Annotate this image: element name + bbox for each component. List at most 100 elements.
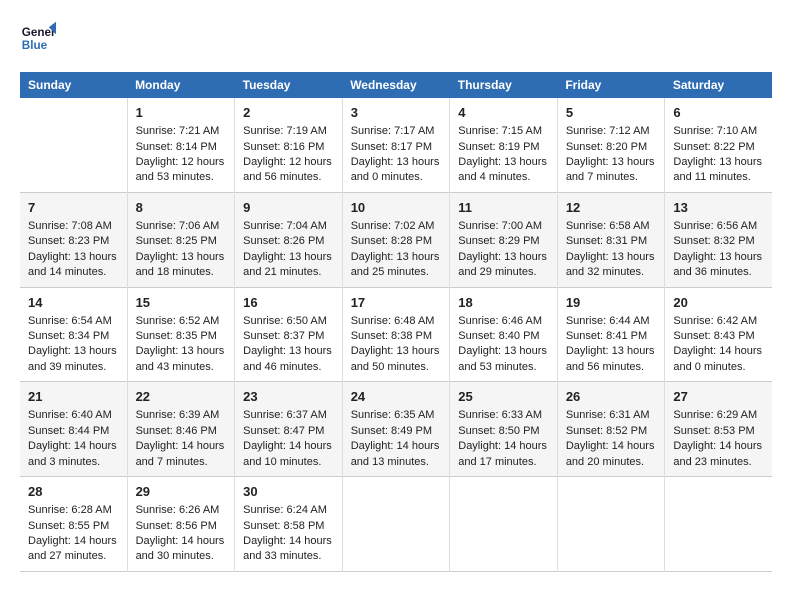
cell-line: Sunrise: 7:21 AM xyxy=(136,124,227,139)
logo: General Blue xyxy=(20,20,56,56)
cell-line: Daylight: 14 hours xyxy=(673,344,764,359)
cell-line: Sunset: 8:40 PM xyxy=(458,329,549,344)
cell-line: Sunrise: 6:42 AM xyxy=(673,314,764,329)
day-number: 13 xyxy=(673,199,764,217)
day-number: 11 xyxy=(458,199,549,217)
calendar-cell: 2Sunrise: 7:19 AMSunset: 8:16 PMDaylight… xyxy=(235,98,343,192)
cell-line: Sunrise: 6:44 AM xyxy=(566,314,657,329)
cell-line: Sunset: 8:16 PM xyxy=(243,140,334,155)
cell-line: Daylight: 12 hours xyxy=(136,155,227,170)
cell-line: Daylight: 13 hours xyxy=(28,250,119,265)
cell-line: Daylight: 14 hours xyxy=(673,439,764,454)
cell-line: Daylight: 14 hours xyxy=(243,439,334,454)
calendar-cell: 7Sunrise: 7:08 AMSunset: 8:23 PMDaylight… xyxy=(20,192,127,287)
cell-line: Sunset: 8:17 PM xyxy=(351,140,442,155)
cell-line: Sunrise: 7:10 AM xyxy=(673,124,764,139)
day-number: 27 xyxy=(673,388,764,406)
cell-line: Daylight: 14 hours xyxy=(136,534,227,549)
day-number: 17 xyxy=(351,294,442,312)
day-number: 22 xyxy=(136,388,227,406)
cell-line: Daylight: 13 hours xyxy=(673,155,764,170)
cell-line: Sunset: 8:37 PM xyxy=(243,329,334,344)
day-number: 5 xyxy=(566,104,657,122)
day-number: 4 xyxy=(458,104,549,122)
day-number: 29 xyxy=(136,483,227,501)
page-header: General Blue xyxy=(20,20,772,56)
cell-line: Daylight: 13 hours xyxy=(136,344,227,359)
cell-line: and 20 minutes. xyxy=(566,455,657,470)
cell-line: Daylight: 13 hours xyxy=(458,344,549,359)
cell-line: Daylight: 14 hours xyxy=(351,439,442,454)
cell-line: Sunrise: 6:58 AM xyxy=(566,219,657,234)
svg-text:Blue: Blue xyxy=(22,39,48,52)
day-number: 3 xyxy=(351,104,442,122)
cell-line: Sunset: 8:29 PM xyxy=(458,234,549,249)
cell-line: Sunset: 8:55 PM xyxy=(28,519,119,534)
day-number: 10 xyxy=(351,199,442,217)
cell-line: and 0 minutes. xyxy=(351,170,442,185)
calendar-cell xyxy=(20,98,127,192)
calendar-cell: 26Sunrise: 6:31 AMSunset: 8:52 PMDayligh… xyxy=(557,382,665,477)
calendar-cell: 24Sunrise: 6:35 AMSunset: 8:49 PMDayligh… xyxy=(342,382,450,477)
week-row: 7Sunrise: 7:08 AMSunset: 8:23 PMDaylight… xyxy=(20,192,772,287)
day-number: 7 xyxy=(28,199,119,217)
week-row: 1Sunrise: 7:21 AMSunset: 8:14 PMDaylight… xyxy=(20,98,772,192)
day-number: 9 xyxy=(243,199,334,217)
day-number: 6 xyxy=(673,104,764,122)
day-number: 21 xyxy=(28,388,119,406)
cell-line: and 14 minutes. xyxy=(28,265,119,280)
day-header: Tuesday xyxy=(235,72,343,98)
day-number: 30 xyxy=(243,483,334,501)
cell-line: and 27 minutes. xyxy=(28,549,119,564)
week-row: 21Sunrise: 6:40 AMSunset: 8:44 PMDayligh… xyxy=(20,382,772,477)
week-row: 14Sunrise: 6:54 AMSunset: 8:34 PMDayligh… xyxy=(20,287,772,382)
cell-line: Daylight: 13 hours xyxy=(351,344,442,359)
calendar-cell: 11Sunrise: 7:00 AMSunset: 8:29 PMDayligh… xyxy=(450,192,558,287)
day-number: 15 xyxy=(136,294,227,312)
cell-line: Sunset: 8:22 PM xyxy=(673,140,764,155)
calendar-cell: 15Sunrise: 6:52 AMSunset: 8:35 PMDayligh… xyxy=(127,287,235,382)
cell-line: Daylight: 13 hours xyxy=(28,344,119,359)
cell-line: Sunset: 8:53 PM xyxy=(673,424,764,439)
calendar-cell: 22Sunrise: 6:39 AMSunset: 8:46 PMDayligh… xyxy=(127,382,235,477)
cell-line: and 21 minutes. xyxy=(243,265,334,280)
cell-line: Sunset: 8:32 PM xyxy=(673,234,764,249)
cell-line: and 13 minutes. xyxy=(351,455,442,470)
calendar-cell: 12Sunrise: 6:58 AMSunset: 8:31 PMDayligh… xyxy=(557,192,665,287)
calendar-cell: 20Sunrise: 6:42 AMSunset: 8:43 PMDayligh… xyxy=(665,287,772,382)
cell-line: Sunset: 8:47 PM xyxy=(243,424,334,439)
day-number: 8 xyxy=(136,199,227,217)
day-number: 2 xyxy=(243,104,334,122)
cell-line: Sunset: 8:50 PM xyxy=(458,424,549,439)
cell-line: Sunrise: 6:31 AM xyxy=(566,408,657,423)
day-number: 18 xyxy=(458,294,549,312)
cell-line: Sunrise: 6:56 AM xyxy=(673,219,764,234)
calendar-cell: 27Sunrise: 6:29 AMSunset: 8:53 PMDayligh… xyxy=(665,382,772,477)
cell-line: Sunset: 8:58 PM xyxy=(243,519,334,534)
cell-line: Daylight: 14 hours xyxy=(28,439,119,454)
cell-line: and 29 minutes. xyxy=(458,265,549,280)
cell-line: and 25 minutes. xyxy=(351,265,442,280)
calendar-cell: 4Sunrise: 7:15 AMSunset: 8:19 PMDaylight… xyxy=(450,98,558,192)
cell-line: Daylight: 14 hours xyxy=(458,439,549,454)
calendar-cell: 23Sunrise: 6:37 AMSunset: 8:47 PMDayligh… xyxy=(235,382,343,477)
calendar-cell: 14Sunrise: 6:54 AMSunset: 8:34 PMDayligh… xyxy=(20,287,127,382)
cell-line: and 7 minutes. xyxy=(566,170,657,185)
cell-line: Sunset: 8:35 PM xyxy=(136,329,227,344)
calendar-cell: 3Sunrise: 7:17 AMSunset: 8:17 PMDaylight… xyxy=(342,98,450,192)
day-number: 28 xyxy=(28,483,119,501)
calendar-cell: 1Sunrise: 7:21 AMSunset: 8:14 PMDaylight… xyxy=(127,98,235,192)
cell-line: Daylight: 13 hours xyxy=(458,155,549,170)
day-number: 12 xyxy=(566,199,657,217)
cell-line: and 33 minutes. xyxy=(243,549,334,564)
cell-line: Daylight: 14 hours xyxy=(243,534,334,549)
cell-line: Daylight: 14 hours xyxy=(136,439,227,454)
cell-line: Sunrise: 6:48 AM xyxy=(351,314,442,329)
cell-line: Daylight: 13 hours xyxy=(351,155,442,170)
calendar-cell: 30Sunrise: 6:24 AMSunset: 8:58 PMDayligh… xyxy=(235,477,343,572)
cell-line: Daylight: 13 hours xyxy=(351,250,442,265)
cell-line: Sunset: 8:41 PM xyxy=(566,329,657,344)
cell-line: Daylight: 13 hours xyxy=(458,250,549,265)
cell-line: Sunrise: 6:40 AM xyxy=(28,408,119,423)
cell-line: and 7 minutes. xyxy=(136,455,227,470)
